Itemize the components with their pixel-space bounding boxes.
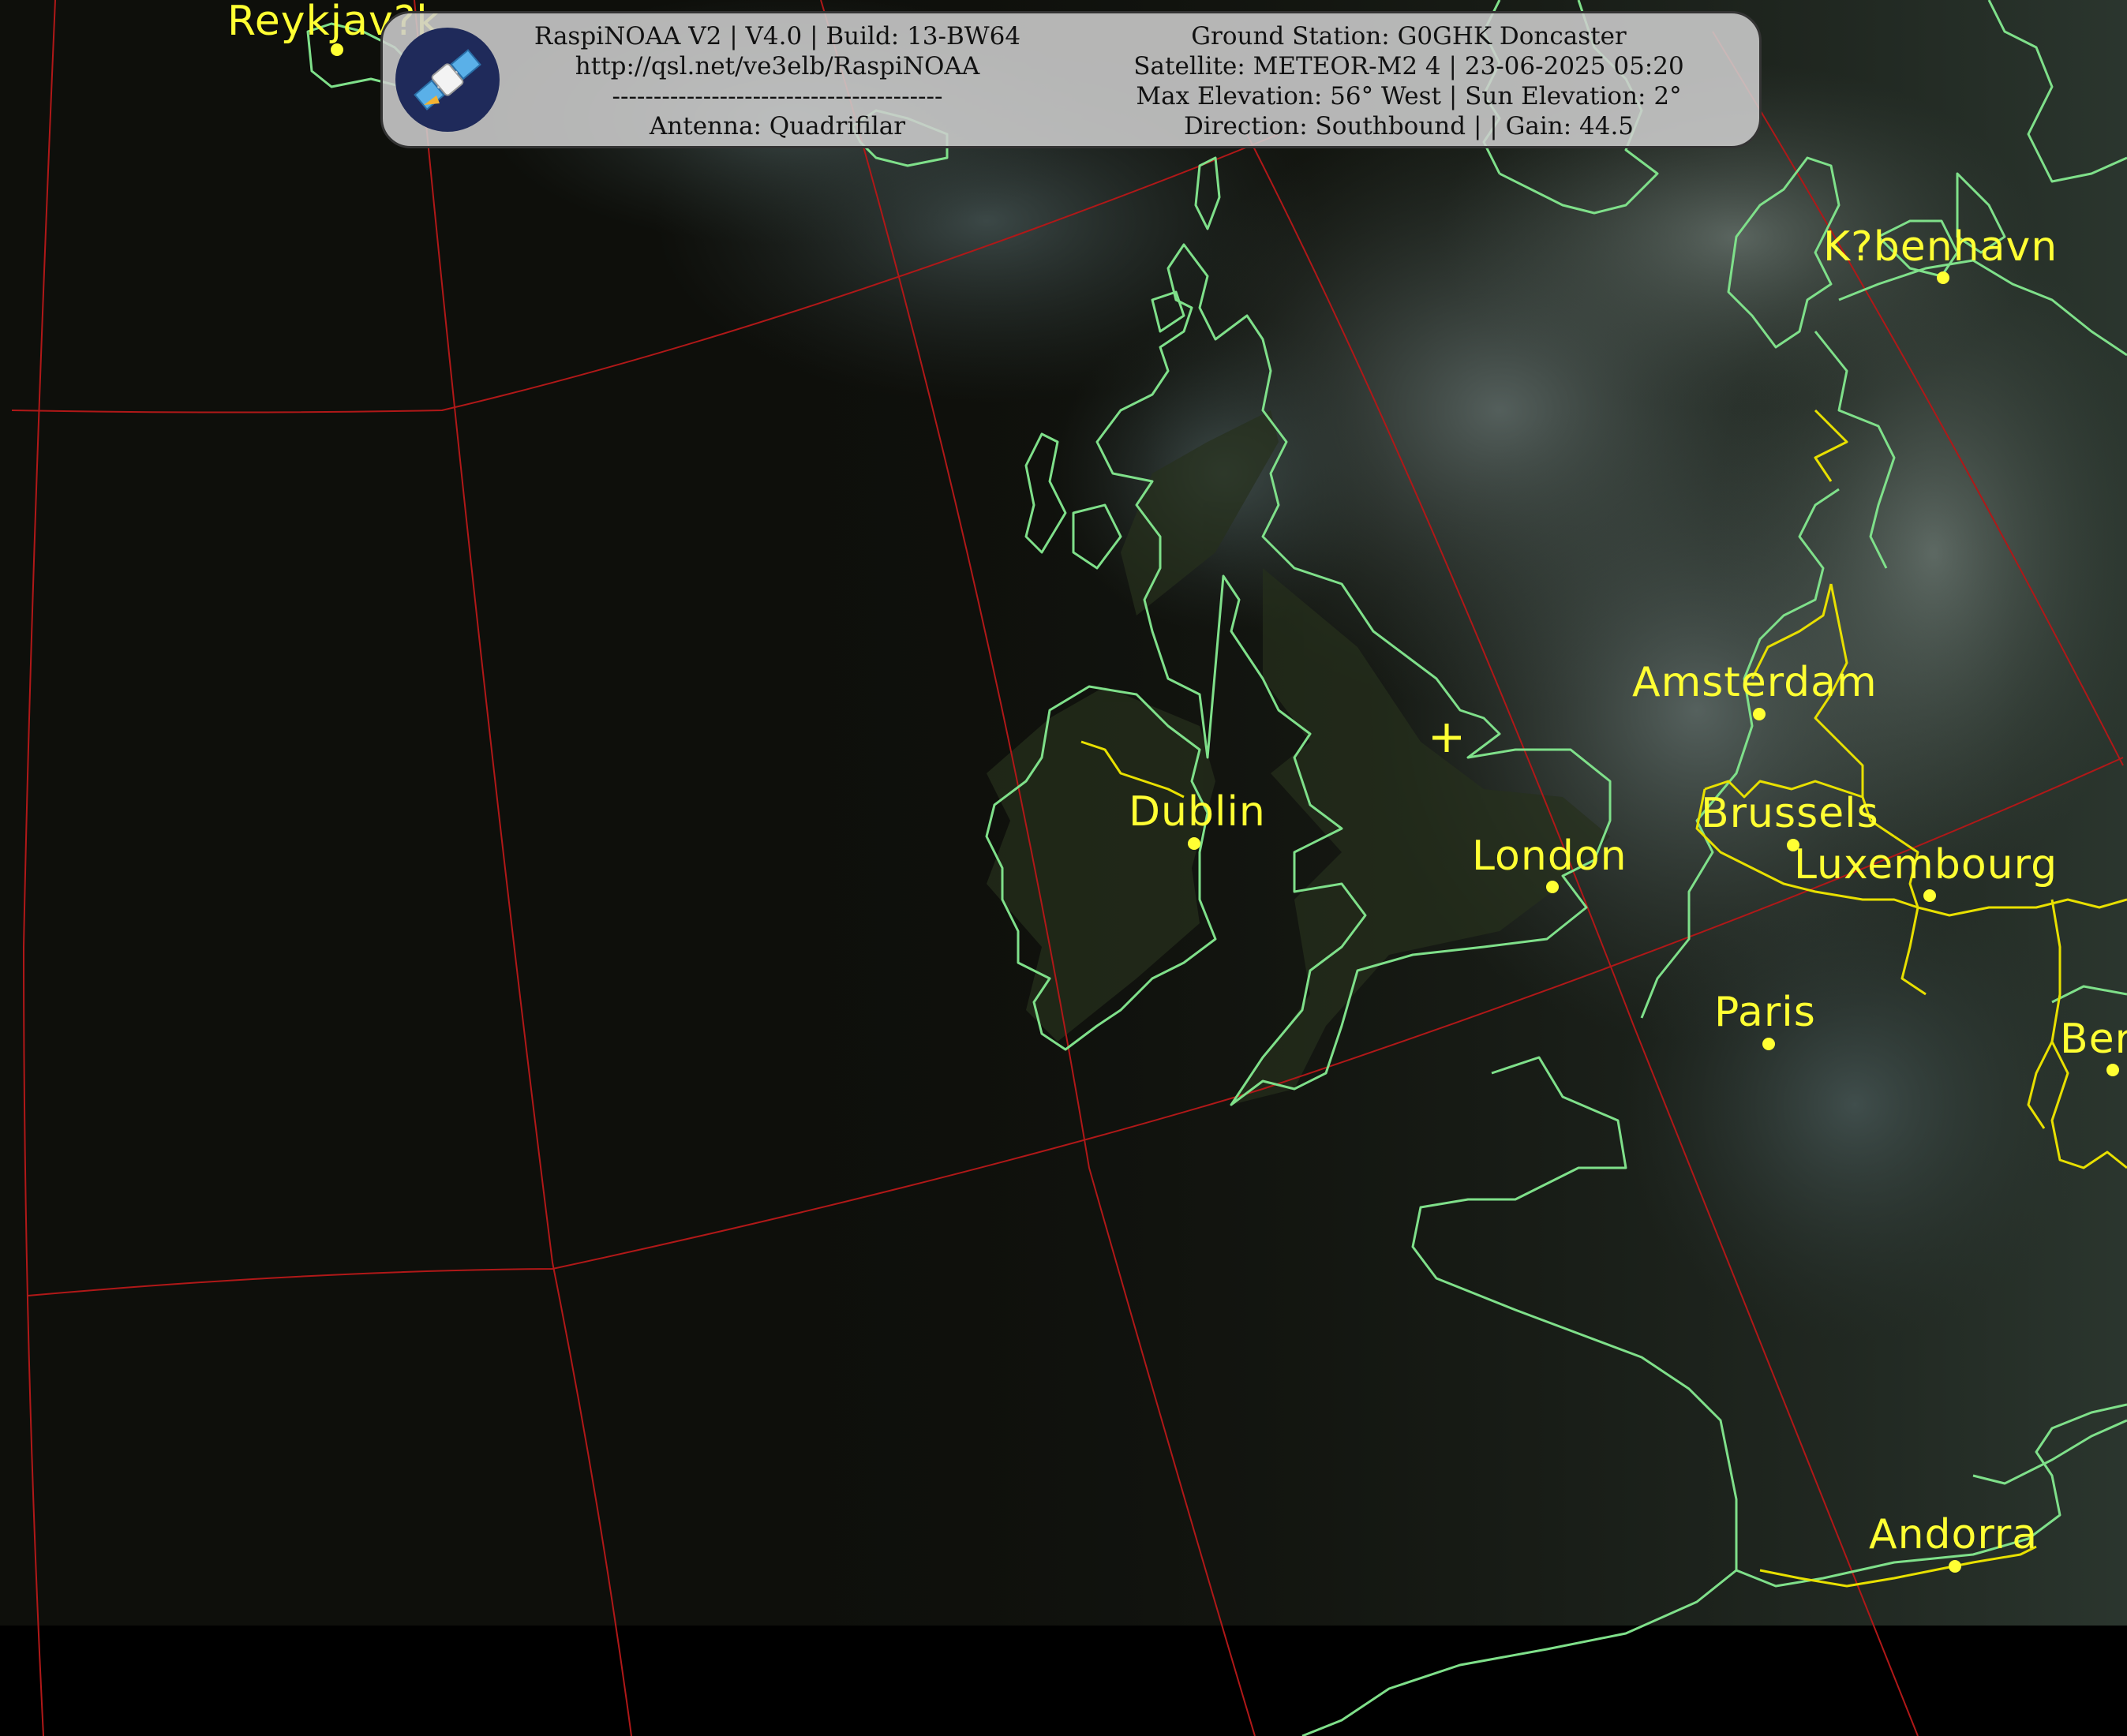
city-dot bbox=[2106, 1064, 2119, 1076]
city-dot bbox=[1937, 271, 1949, 284]
pass-info-panel: RaspiNOAA V2 | V4.0 | Build: 13-BW64 htt… bbox=[380, 11, 1762, 148]
city-label: Andorra bbox=[1869, 1511, 2038, 1558]
city-label: London bbox=[1472, 832, 1627, 880]
city-label: Dublin bbox=[1129, 788, 1266, 836]
city-dot bbox=[1546, 881, 1559, 893]
ground-station-text: Ground Station: G0GHK Doncaster bbox=[1191, 22, 1627, 51]
city-dot bbox=[1188, 837, 1200, 850]
header-left-column: RaspiNOAA V2 | V4.0 | Build: 13-BW64 htt… bbox=[501, 21, 1054, 141]
software-version-text: RaspiNOAA V2 | V4.0 | Build: 13-BW64 bbox=[534, 22, 1021, 51]
city-label: Ber bbox=[2060, 1016, 2127, 1063]
city-dot bbox=[331, 43, 343, 56]
city-dot bbox=[1753, 708, 1766, 720]
city-label: Brussels bbox=[1701, 790, 1879, 837]
no-data-strip bbox=[0, 1626, 2127, 1736]
project-url-text: http://qsl.net/ve3elb/RaspiNOAA bbox=[575, 52, 980, 80]
header-right-column: Ground Station: G0GHK Doncaster Satellit… bbox=[1077, 21, 1740, 141]
city-label: Amsterdam bbox=[1632, 659, 1878, 706]
city-dot bbox=[1762, 1038, 1775, 1050]
elevation-text: Max Elevation: 56° West | Sun Elevation:… bbox=[1136, 82, 1682, 110]
direction-gain-text: Direction: Southbound | | Gain: 44.5 bbox=[1183, 112, 1635, 140]
city-label: Luxembourg bbox=[1794, 841, 2058, 889]
satellite-map: Reykjav?k K?benhavn Amsterdam Dublin Lon… bbox=[0, 0, 2127, 1736]
city-dot bbox=[1949, 1560, 1961, 1573]
antenna-text: Antenna: Quadrifilar bbox=[649, 112, 906, 140]
satellite-text: Satellite: METEOR-M2 4 | 23-06-2025 05:2… bbox=[1133, 52, 1684, 80]
city-label: Paris bbox=[1714, 989, 1816, 1036]
separator-text: ---------------------------------------- bbox=[612, 82, 943, 110]
satellite-icon bbox=[395, 28, 500, 132]
city-dot bbox=[1923, 889, 1936, 902]
city-label: K?benhavn bbox=[1823, 223, 2058, 271]
